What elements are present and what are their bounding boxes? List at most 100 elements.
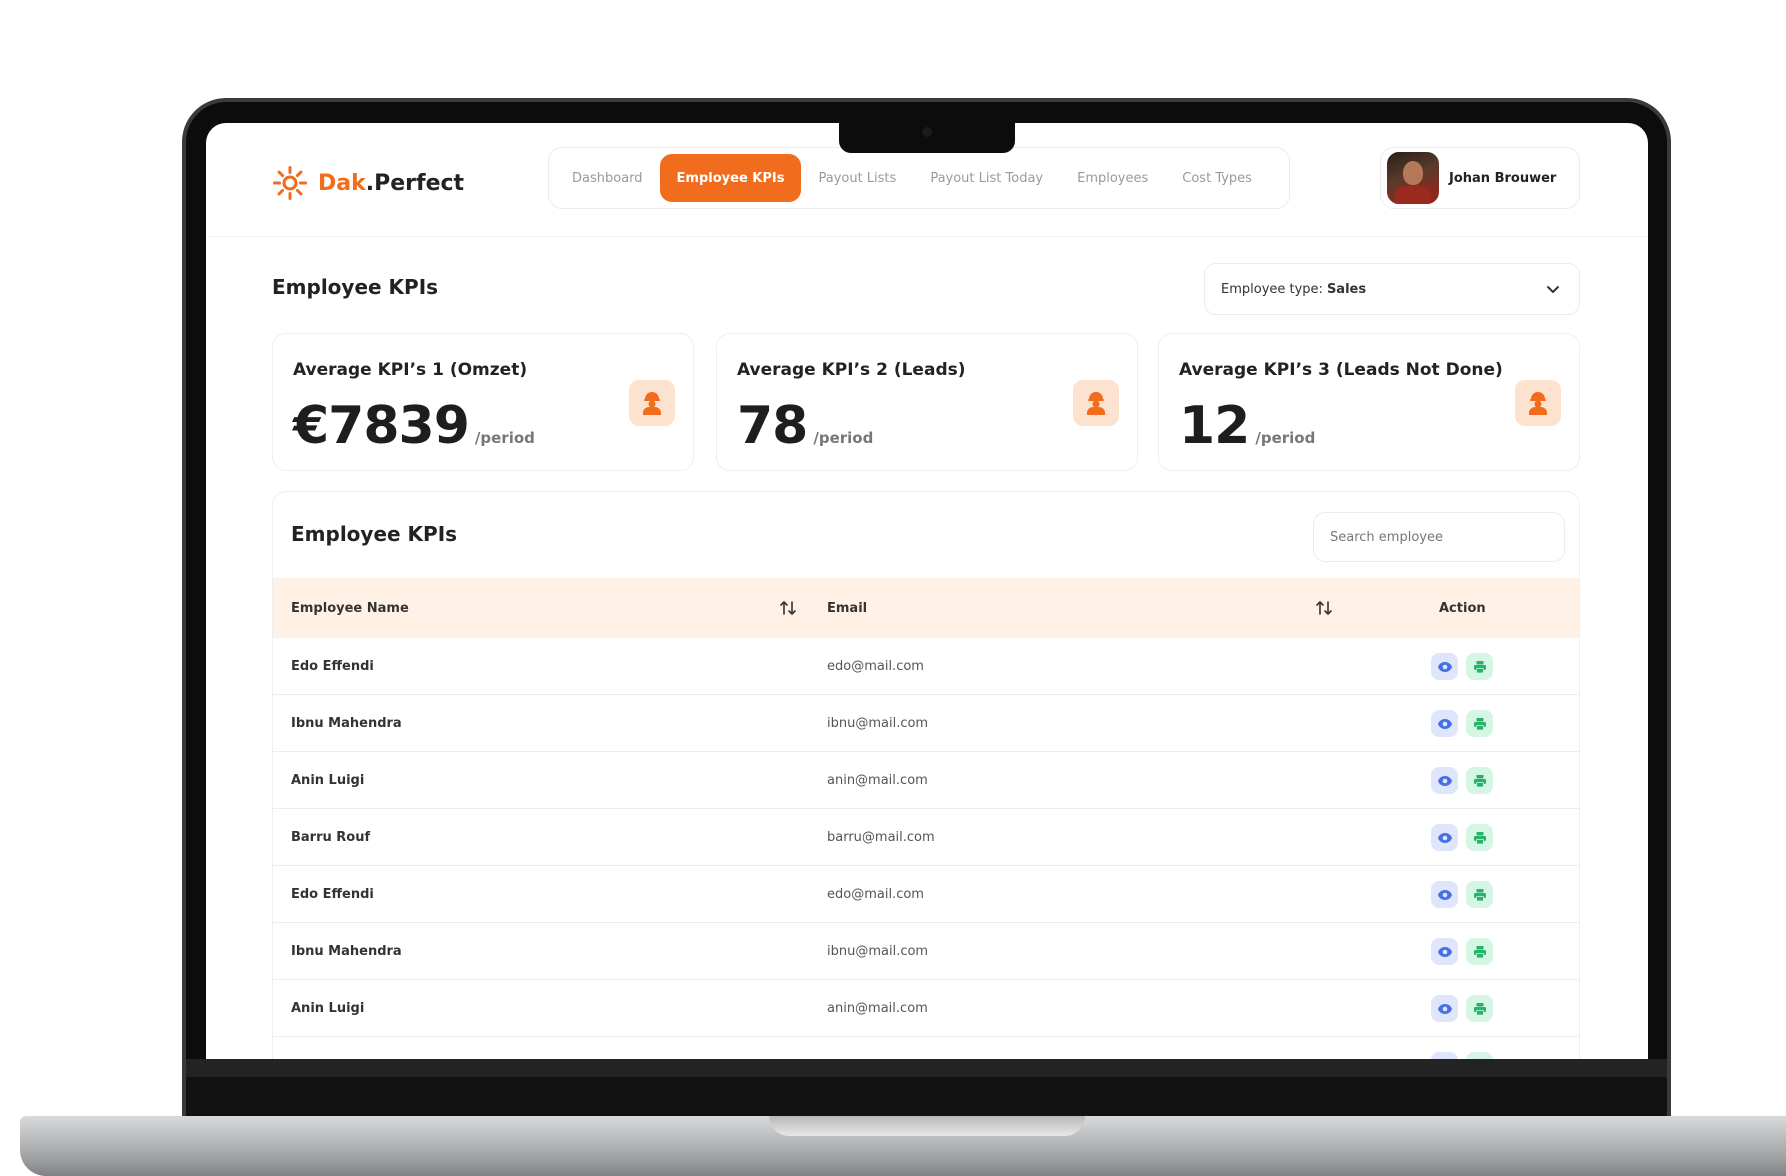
chevron-down-icon [1547, 286, 1559, 293]
print-button[interactable] [1466, 938, 1493, 965]
table-row-partial [273, 1037, 1579, 1059]
kpi-value: €7839 [293, 396, 470, 456]
eye-icon [1437, 775, 1452, 786]
printer-icon [1473, 717, 1486, 730]
employee-type-select[interactable]: Employee type: Sales [1204, 263, 1580, 315]
employee-email: anin@mail.com [827, 773, 928, 788]
user-menu[interactable]: Johan Brouwer [1380, 147, 1580, 209]
nav-dashboard[interactable]: Dashboard [555, 154, 660, 202]
camera-icon [922, 127, 932, 137]
printer-icon [1473, 1002, 1486, 1015]
app-screen: Dak.Perfect Dashboard Employee KPIs Payo… [206, 123, 1648, 1059]
eye-icon [1437, 832, 1452, 843]
kpi-card-omzet: Average KPI’s 1 (Omzet) €7839 /period [272, 333, 694, 471]
table-header: Employee Name Email Action [273, 578, 1579, 638]
kpi-unit: /period [813, 429, 874, 447]
print-button[interactable] [1466, 653, 1493, 680]
view-button[interactable] [1431, 995, 1458, 1022]
nav-employee-kpis[interactable]: Employee KPIs [659, 154, 802, 202]
table-row: Edo Effendi edo@mail.com [273, 638, 1579, 695]
kpi-value: 78 [737, 396, 808, 456]
worker-icon [629, 380, 675, 426]
kpi-title: Average KPI’s 3 (Leads Not Done) [1179, 360, 1503, 380]
sort-icon[interactable] [779, 598, 797, 618]
table-row: Anin Luigi anin@mail.com [273, 980, 1579, 1037]
kpi-title: Average KPI’s 1 (Omzet) [293, 360, 528, 380]
avatar [1387, 152, 1439, 204]
nav-payout-lists[interactable]: Payout Lists [801, 154, 913, 202]
brand-logo[interactable]: Dak.Perfect [272, 163, 464, 203]
employee-email: barru@mail.com [827, 830, 935, 845]
page-title: Employee KPIs [272, 275, 439, 299]
employee-type-value: Sales [1326, 281, 1367, 297]
employee-email: ibnu@mail.com [827, 944, 929, 959]
view-button[interactable] [1431, 653, 1458, 680]
sun-logo-icon [273, 166, 307, 200]
eye-icon [1437, 661, 1452, 672]
search-input[interactable] [1313, 512, 1565, 562]
employee-kpi-table-card: Employee KPIs Employee Name Email Action… [272, 491, 1580, 1059]
view-button[interactable] [1431, 710, 1458, 737]
table-row: Anin Luigi anin@mail.com [273, 752, 1579, 809]
kpi-value: 12 [1179, 396, 1250, 456]
nav-employees[interactable]: Employees [1060, 154, 1165, 202]
kpi-title: Average KPI’s 2 (Leads) [737, 360, 966, 380]
printer-icon [1473, 888, 1486, 901]
main-nav: Dashboard Employee KPIs Payout Lists Pay… [548, 147, 1290, 209]
employee-type-label: Employee type: [1221, 281, 1323, 297]
employee-name: Anin Luigi [291, 773, 365, 788]
employee-email: ibnu@mail.com [827, 716, 929, 731]
employee-name: Anin Luigi [291, 1001, 365, 1016]
table-row: Barru Rouf barru@mail.com [273, 809, 1579, 866]
printer-icon [1473, 660, 1486, 673]
eye-icon [1437, 1003, 1452, 1014]
column-header-action: Action [1439, 600, 1486, 616]
nav-payout-list-today[interactable]: Payout List Today [913, 154, 1060, 202]
sort-icon[interactable] [1315, 598, 1333, 618]
print-button[interactable] [1466, 767, 1493, 794]
printer-icon [1473, 831, 1486, 844]
print-button[interactable] [1466, 710, 1493, 737]
brand-name-accent: Dak [318, 170, 366, 196]
print-button[interactable] [1466, 824, 1493, 851]
kpi-unit: /period [1255, 429, 1316, 447]
column-header-name[interactable]: Employee Name [291, 578, 409, 638]
worker-icon [1073, 380, 1119, 426]
user-name: Johan Brouwer [1449, 170, 1557, 186]
kpi-card-leads: Average KPI’s 2 (Leads) 78 /period [716, 333, 1138, 471]
kpi-unit: /period [474, 429, 535, 447]
table-row: Ibnu Mahendra ibnu@mail.com [273, 695, 1579, 752]
view-button[interactable] [1431, 767, 1458, 794]
printer-icon [1473, 945, 1486, 958]
table-body: Edo Effendi edo@mail.com Ibnu Mahendra i… [273, 638, 1579, 1059]
employee-email: anin@mail.com [827, 1001, 928, 1016]
view-button[interactable] [1431, 938, 1458, 965]
employee-name: Barru Rouf [291, 830, 371, 845]
brand-name-rest: .Perfect [365, 170, 465, 196]
view-button[interactable] [1431, 881, 1458, 908]
column-header-email[interactable]: Email [827, 578, 867, 638]
eye-icon [1437, 946, 1452, 957]
brand-name: Dak.Perfect [318, 171, 464, 196]
employee-email: edo@mail.com [827, 659, 924, 674]
kpi-card-leads-not-done: Average KPI’s 3 (Leads Not Done) 12 /per… [1158, 333, 1580, 471]
table-row: Edo Effendi edo@mail.com [273, 866, 1579, 923]
table-title: Employee KPIs [291, 522, 458, 546]
printer-icon [1473, 774, 1486, 787]
employee-name: Ibnu Mahendra [291, 944, 402, 959]
nav-cost-types[interactable]: Cost Types [1165, 154, 1269, 202]
laptop-base-notch [769, 1116, 1085, 1136]
employee-name: Edo Effendi [291, 659, 374, 674]
view-button[interactable] [1431, 1052, 1458, 1059]
print-button[interactable] [1466, 1052, 1493, 1059]
table-row: Ibnu Mahendra ibnu@mail.com [273, 923, 1579, 980]
print-button[interactable] [1466, 881, 1493, 908]
laptop-hinge [186, 1059, 1667, 1077]
view-button[interactable] [1431, 824, 1458, 851]
eye-icon [1437, 718, 1452, 729]
employee-email: edo@mail.com [827, 887, 924, 902]
print-button[interactable] [1466, 995, 1493, 1022]
worker-icon [1515, 380, 1561, 426]
employee-name: Edo Effendi [291, 887, 374, 902]
eye-icon [1437, 889, 1452, 900]
